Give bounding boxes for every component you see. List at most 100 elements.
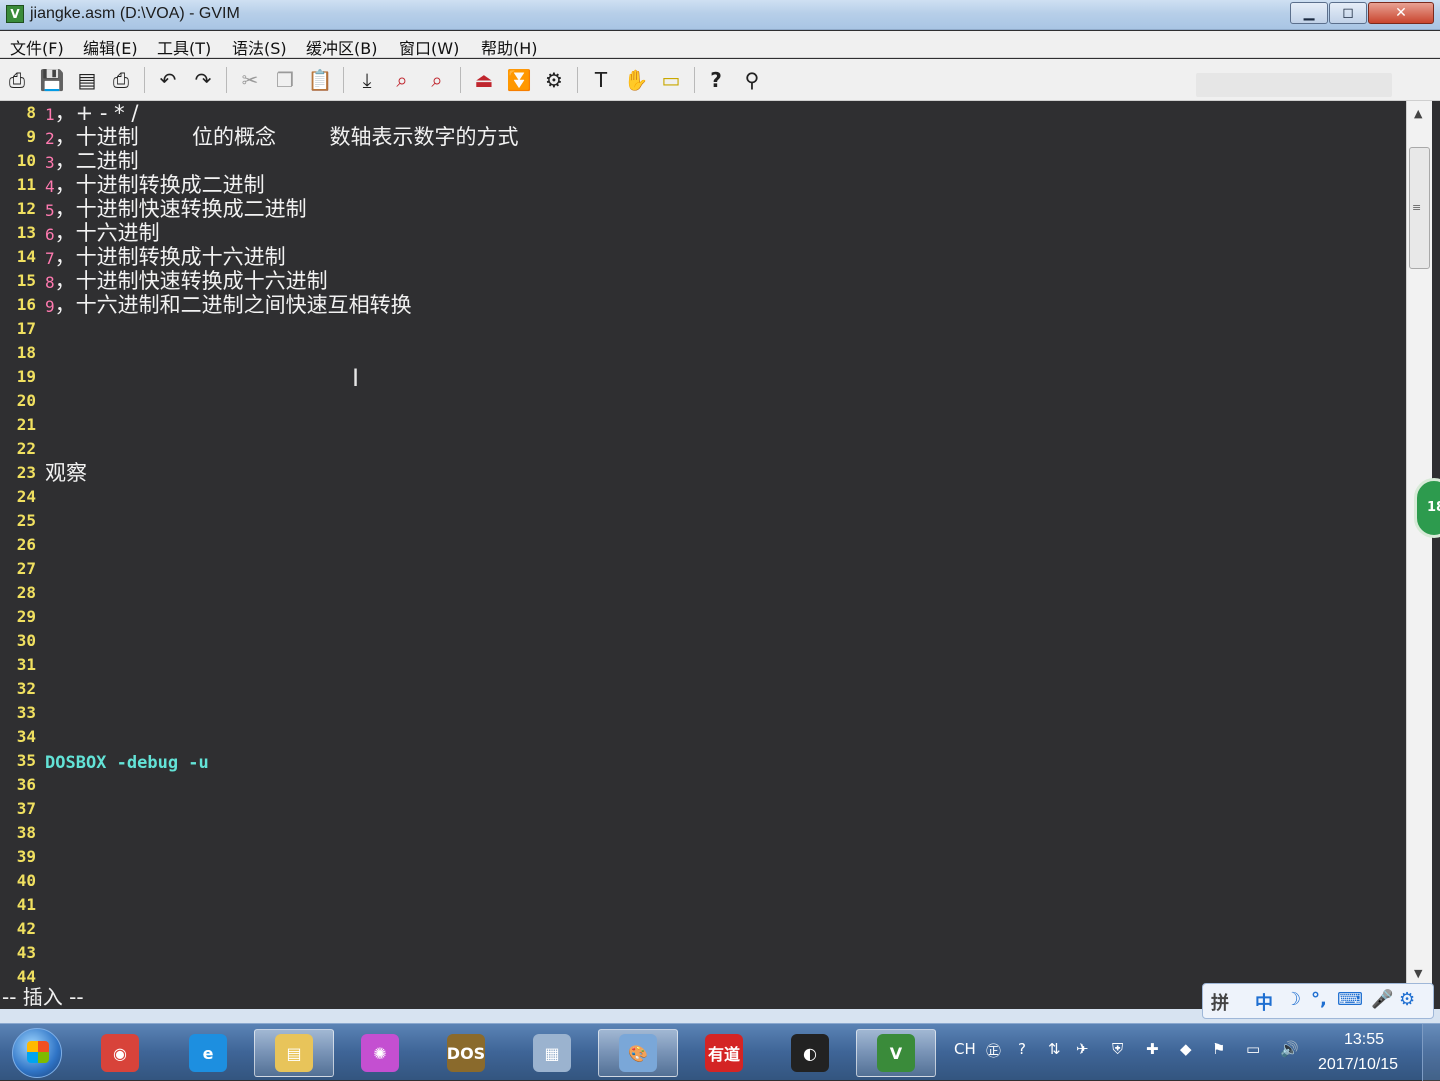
vim-icon[interactable]: V <box>6 5 24 23</box>
ime-microphone-icon[interactable]: 🎤 <box>1371 989 1393 1010</box>
scroll-down-icon[interactable]: ▼ <box>1414 967 1422 980</box>
editor-line[interactable]: 21 <box>0 413 1406 437</box>
action-center-flag-icon[interactable]: ⚑ <box>1212 1040 1225 1058</box>
editor-line[interactable]: 39 <box>0 845 1406 869</box>
taskbar-app-ie[interactable]: e <box>168 1029 248 1077</box>
taskbar-app-explorer[interactable]: ▤ <box>254 1029 334 1077</box>
language-indicator[interactable]: CH <box>954 1040 976 1058</box>
paste-icon[interactable]: 📋 <box>306 66 334 94</box>
editor-line[interactable]: 25 <box>0 509 1406 533</box>
editor-line[interactable]: 16 9，十六进制和二进制之间快速互相转换 <box>0 293 1406 317</box>
editor-line[interactable]: 23 观察 <box>0 461 1406 485</box>
editor-line[interactable]: 15 8，十进制快速转换成十六进制 <box>0 269 1406 293</box>
clock-date[interactable]: 2017/10/15 <box>1318 1056 1398 1074</box>
find-next-icon[interactable]: ⌕ <box>423 66 451 94</box>
editor-line[interactable]: 38 <box>0 821 1406 845</box>
editor-line[interactable]: 37 <box>0 797 1406 821</box>
menu-tools[interactable]: 工具(T) <box>157 35 211 59</box>
editor-line[interactable]: 19 <box>0 365 1406 389</box>
editor-line[interactable]: 28 <box>0 581 1406 605</box>
menu-window[interactable]: 窗口(W) <box>399 35 459 59</box>
copy-icon[interactable]: ❐ <box>271 66 299 94</box>
tray-app-icon[interactable]: ✈ <box>1076 1040 1089 1058</box>
shell-icon[interactable]: ✋ <box>622 66 650 94</box>
editor-area[interactable]: 8 1，+ - * /9 2，十进制 位的概念 数轴表示数字的方式 10 3，二进制 11… <box>0 101 1406 985</box>
taskbar-app-360[interactable]: ◉ <box>80 1029 160 1077</box>
load-script-icon[interactable]: ⏏ <box>470 66 498 94</box>
find-replace-icon[interactable]: ⌕ <box>388 66 416 94</box>
find-help-icon[interactable]: ⚲ <box>738 66 766 94</box>
close-button[interactable]: ✕ <box>1368 2 1434 24</box>
minimize-button[interactable]: ▁ <box>1290 2 1328 24</box>
open-icon[interactable]: ⎙ <box>3 66 31 94</box>
editor-line[interactable]: 22 <box>0 437 1406 461</box>
show-desktop-button[interactable] <box>1422 1024 1440 1081</box>
editor-line[interactable]: 29 <box>0 605 1406 629</box>
editor-line[interactable]: 27 <box>0 557 1406 581</box>
save-all-icon[interactable]: ▤ <box>73 66 101 94</box>
editor-line[interactable]: 9 2，十进制 位的概念 数轴表示数字的方式 <box>0 125 1406 149</box>
editor-line[interactable]: 36 <box>0 773 1406 797</box>
maximize-button[interactable]: ◻ <box>1329 2 1367 24</box>
menu-edit[interactable]: 编辑(E) <box>83 35 138 59</box>
print-icon[interactable]: ⎙ <box>107 66 135 94</box>
menu-buffers[interactable]: 缓冲区(B) <box>306 35 377 59</box>
security-shield-icon[interactable]: ⛨ <box>1112 1040 1123 1058</box>
help-tray-icon[interactable]: ? <box>1018 1040 1026 1058</box>
tray-diamond-icon[interactable]: ◆ <box>1180 1040 1192 1058</box>
ime-logo-icon[interactable]: 拼 <box>1211 989 1229 1015</box>
editor-line[interactable]: 33 <box>0 701 1406 725</box>
editor-line[interactable]: 8 1，+ - * / <box>0 101 1406 125</box>
editor-line[interactable]: 12 5，十进制快速转换成二进制 <box>0 197 1406 221</box>
taskbar-app-gvim[interactable]: V <box>856 1029 936 1077</box>
volume-icon[interactable]: 🔊 <box>1280 1040 1299 1058</box>
editor-line[interactable]: 32 <box>0 677 1406 701</box>
menu-syntax[interactable]: 语法(S) <box>232 35 287 59</box>
clock-time[interactable]: 13:55 <box>1344 1031 1384 1049</box>
editor-line[interactable]: 17 <box>0 317 1406 341</box>
ime-keyboard-icon[interactable]: ⌨ <box>1337 989 1363 1010</box>
save-script-icon[interactable]: ⏬ <box>505 66 533 94</box>
editor-line[interactable]: 44 <box>0 965 1406 985</box>
floating-badge[interactable]: 18 <box>1414 478 1440 538</box>
ime-toolbar[interactable]: 拼 中 ☽ °, ⌨ 🎤 ⚙ <box>1202 983 1434 1019</box>
tray-plus-icon[interactable]: ✚ <box>1146 1040 1159 1058</box>
editor-line[interactable]: 34 <box>0 725 1406 749</box>
editor-line[interactable]: 40 <box>0 869 1406 893</box>
ime-halfwidth-icon[interactable]: ☽ <box>1285 989 1301 1010</box>
editor-line[interactable]: 41 <box>0 893 1406 917</box>
taskbar-app-youdao[interactable]: 有道 <box>684 1029 764 1077</box>
editor-line[interactable]: 18 <box>0 341 1406 365</box>
editor-line[interactable]: 43 <box>0 941 1406 965</box>
vertical-scrollbar[interactable]: ▲ ≡ ▼ <box>1406 101 1432 985</box>
ime-chinese-mode[interactable]: 中 <box>1255 989 1273 1015</box>
display-icon[interactable]: ▭ <box>1246 1040 1260 1058</box>
taskbar-app-calculator[interactable]: ▦ <box>512 1029 592 1077</box>
editor-line[interactable]: 10 3，二进制 <box>0 149 1406 173</box>
editor-line[interactable]: 24 <box>0 485 1406 509</box>
undo-icon[interactable]: ↶ <box>154 66 182 94</box>
scroll-up-icon[interactable]: ▲ <box>1414 107 1422 120</box>
ime-settings-icon[interactable]: ⚙ <box>1399 989 1415 1010</box>
tag-jump-icon[interactable]: ▭ <box>657 66 685 94</box>
make-icon[interactable]: T <box>587 66 615 94</box>
load-session-icon[interactable]: ⤓ <box>353 66 381 94</box>
cut-icon[interactable]: ✂ <box>236 66 264 94</box>
menu-file[interactable]: 文件(F) <box>10 35 64 59</box>
network-switch-icon[interactable]: ⇅ <box>1048 1040 1061 1058</box>
editor-line[interactable]: 20 <box>0 389 1406 413</box>
menu-help[interactable]: 帮助(H) <box>481 35 538 59</box>
save-icon[interactable]: 💾 <box>38 66 66 94</box>
run-script-icon[interactable]: ⚙ <box>540 66 568 94</box>
editor-line[interactable]: 35 DOSBOX -debug -u <box>0 749 1406 773</box>
ime-punctuation-icon[interactable]: °, <box>1311 989 1327 1010</box>
editor-line[interactable]: 14 7，十进制转换成十六进制 <box>0 245 1406 269</box>
redo-icon[interactable]: ↷ <box>189 66 217 94</box>
start-button[interactable] <box>12 1028 62 1078</box>
editor-line[interactable]: 13 6，十六进制 <box>0 221 1406 245</box>
ime-tray-icon[interactable]: ㊣ <box>986 1040 1001 1061</box>
editor-line[interactable]: 26 <box>0 533 1406 557</box>
editor-line[interactable]: 30 <box>0 629 1406 653</box>
editor-line[interactable]: 31 <box>0 653 1406 677</box>
taskbar-app-dosbox[interactable]: DOS <box>426 1029 506 1077</box>
